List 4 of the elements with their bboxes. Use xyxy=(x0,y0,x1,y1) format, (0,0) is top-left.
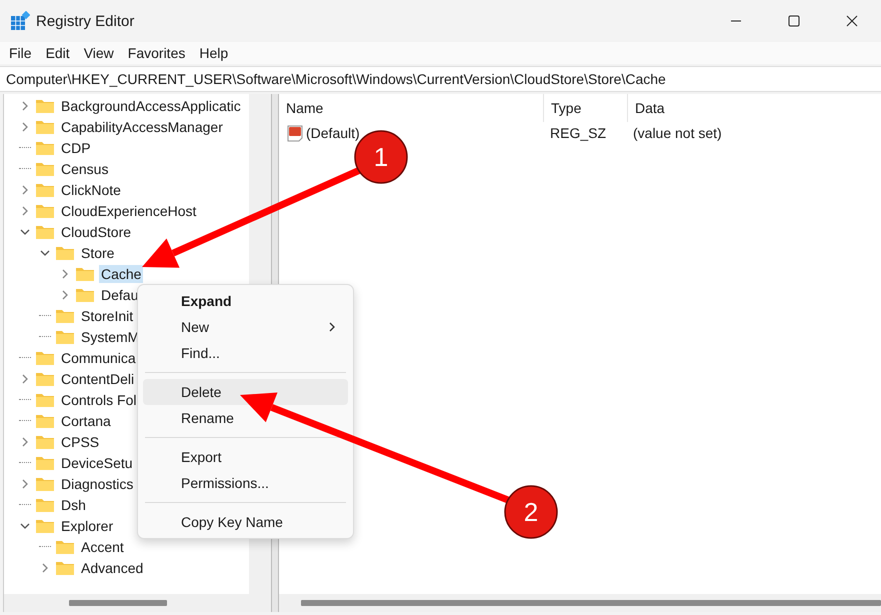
window-title: Registry Editor xyxy=(36,12,136,30)
value-data: (value not set) xyxy=(632,125,722,141)
step-badge: 2 xyxy=(504,485,558,539)
value-type: REG_SZ xyxy=(549,125,608,141)
